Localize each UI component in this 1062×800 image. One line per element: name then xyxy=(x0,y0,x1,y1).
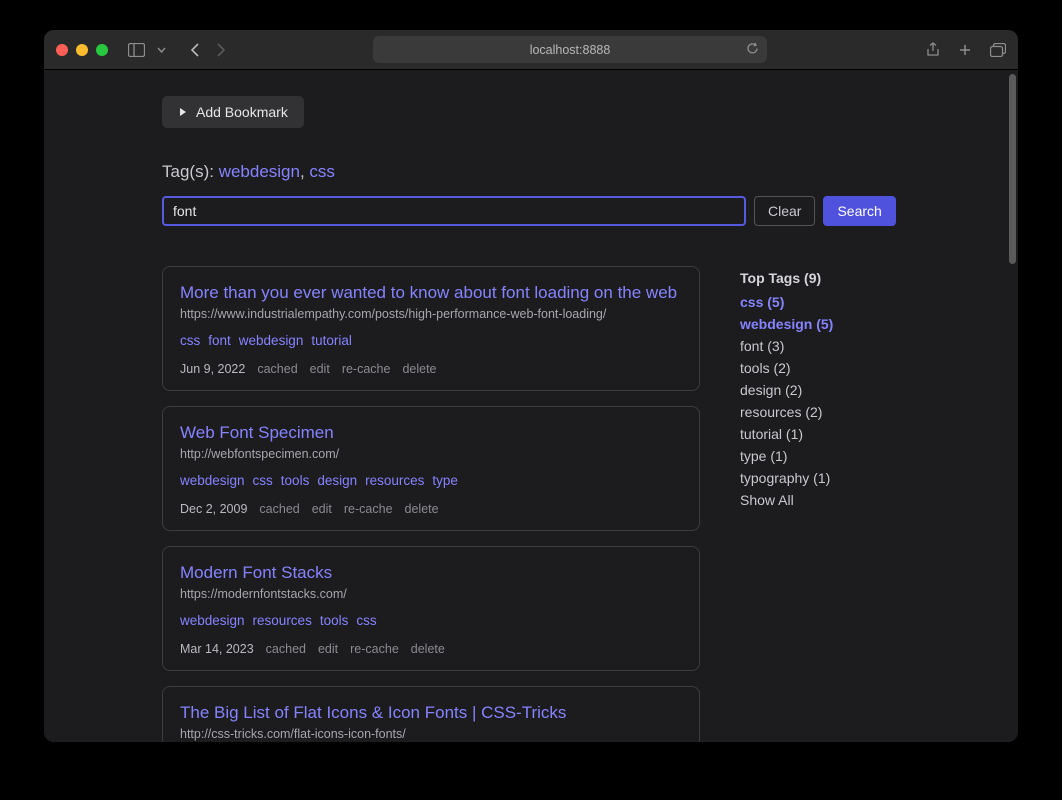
window-controls xyxy=(56,44,108,56)
forward-button[interactable] xyxy=(216,42,226,58)
tag-list: css (5) webdesign (5) font (3) tools (2) des… xyxy=(740,294,833,508)
result-action-edit[interactable]: edit xyxy=(312,502,332,516)
share-icon[interactable] xyxy=(926,42,940,58)
result-action-edit[interactable]: edit xyxy=(318,642,338,656)
chevron-down-icon[interactable] xyxy=(157,47,166,53)
result-action-re-cache[interactable]: re-cache xyxy=(344,502,393,516)
active-tags-header: Tag(s): webdesign, css xyxy=(162,162,958,182)
result-meta: Mar 14, 2023 cached edit re-cache delete xyxy=(180,642,682,656)
result-title-link[interactable]: Modern Font Stacks xyxy=(180,563,682,583)
clear-button[interactable]: Clear xyxy=(754,196,815,226)
tags-prefix: Tag(s): xyxy=(162,162,219,181)
result-action-re-cache[interactable]: re-cache xyxy=(350,642,399,656)
sidebar-tag-link[interactable]: resources (2) xyxy=(740,404,833,420)
sidebar: Top Tags (9) css (5) webdesign (5) font (3… xyxy=(740,266,833,742)
results-list: More than you ever wanted to know about … xyxy=(162,266,700,742)
new-tab-icon[interactable] xyxy=(958,42,972,58)
tag-link[interactable]: tools xyxy=(281,473,310,488)
sidebar-tag-link[interactable]: tools (2) xyxy=(740,360,833,376)
result-tags: cssfont webdesign tutorial xyxy=(180,333,682,348)
search-button[interactable]: Search xyxy=(823,196,895,226)
titlebar: localhost:8888 xyxy=(44,30,1018,70)
back-button[interactable] xyxy=(190,42,200,58)
result-card: More than you ever wanted to know about … xyxy=(162,266,700,391)
result-url: http://webfontspecimen.com/ xyxy=(180,447,682,461)
tag-link[interactable]: resources xyxy=(253,613,312,628)
sidebar-title: Top Tags (9) xyxy=(740,270,833,286)
tag-link[interactable]: webdesign xyxy=(180,473,245,488)
result-title-link[interactable]: Web Font Specimen xyxy=(180,423,682,443)
reload-icon[interactable] xyxy=(746,42,759,58)
result-url: https://modernfontstacks.com/ xyxy=(180,587,682,601)
tabs-overview-icon[interactable] xyxy=(990,42,1006,58)
result-tags: webdesign css tools design resources type xyxy=(180,473,682,488)
search-input[interactable] xyxy=(162,196,746,226)
tag-link[interactable]: css xyxy=(180,333,200,348)
viewport: Add Bookmark Tag(s): webdesign, css Clea… xyxy=(44,70,1018,742)
tag-link[interactable]: resources xyxy=(365,473,424,488)
result-date: Jun 9, 2022 xyxy=(180,362,245,376)
result-url: https://www.industrialempathy.com/posts/… xyxy=(180,307,682,321)
close-window-button[interactable] xyxy=(56,44,68,56)
sidebar-tag-link[interactable]: design (2) xyxy=(740,382,833,398)
sidebar-toggle-icon[interactable] xyxy=(128,43,145,57)
tag-link[interactable]: css xyxy=(253,473,273,488)
result-action-re-cache[interactable]: re-cache xyxy=(342,362,391,376)
result-title-link[interactable]: The Big List of Flat Icons & Icon Fonts … xyxy=(180,703,682,723)
result-card: The Big List of Flat Icons & Icon Fonts … xyxy=(162,686,700,742)
sidebar-tag-link[interactable]: typography (1) xyxy=(740,470,833,486)
minimize-window-button[interactable] xyxy=(76,44,88,56)
sidebar-tag-link[interactable]: font (3) xyxy=(740,338,833,354)
tag-link[interactable]: webdesign xyxy=(239,333,304,348)
result-date: Mar 14, 2023 xyxy=(180,642,254,656)
active-tag-link[interactable]: webdesign xyxy=(219,162,300,181)
sidebar-tag-link[interactable]: tutorial (1) xyxy=(740,426,833,442)
maximize-window-button[interactable] xyxy=(96,44,108,56)
browser-window: localhost:8888 Add xyxy=(44,30,1018,742)
add-bookmark-button[interactable]: Add Bookmark xyxy=(162,96,304,128)
result-meta: Jun 9, 2022 cached edit re-cache delete xyxy=(180,362,682,376)
result-action-delete[interactable]: delete xyxy=(411,642,445,656)
result-action-cached[interactable]: cached xyxy=(259,502,299,516)
result-action-edit[interactable]: edit xyxy=(310,362,330,376)
result-card: Modern Font Stacks https://modernfontstac… xyxy=(162,546,700,671)
sidebar-tag-link[interactable]: type (1) xyxy=(740,448,833,464)
address-bar[interactable]: localhost:8888 xyxy=(373,36,767,63)
result-title-link[interactable]: More than you ever wanted to know about … xyxy=(180,283,682,303)
result-tags: webdesign resources tools css xyxy=(180,613,682,628)
result-date: Dec 2, 2009 xyxy=(180,502,247,516)
result-meta: Dec 2, 2009 cached edit re-cache delete xyxy=(180,502,682,516)
sidebar-tag-link[interactable]: webdesign (5) xyxy=(740,316,833,332)
result-action-delete[interactable]: delete xyxy=(405,502,439,516)
tag-link[interactable]: webdesign xyxy=(180,613,245,628)
tag-link[interactable]: type xyxy=(432,473,458,488)
tag-link[interactable]: tutorial xyxy=(311,333,352,348)
tag-link[interactable]: font xyxy=(208,333,231,348)
result-action-delete[interactable]: delete xyxy=(402,362,436,376)
sidebar-tag-link[interactable]: css (5) xyxy=(740,294,833,310)
tag-link[interactable]: design xyxy=(317,473,357,488)
tag-link[interactable]: css xyxy=(356,613,376,628)
tag-link[interactable]: tools xyxy=(320,613,349,628)
add-bookmark-label: Add Bookmark xyxy=(196,104,288,120)
result-action-cached[interactable]: cached xyxy=(257,362,297,376)
play-icon xyxy=(178,104,188,120)
active-tag-link[interactable]: css xyxy=(309,162,335,181)
scrollbar-thumb[interactable] xyxy=(1009,74,1016,264)
result-action-cached[interactable]: cached xyxy=(266,642,306,656)
result-url: http://css-tricks.com/flat-icons-icon-fo… xyxy=(180,727,682,741)
show-all-link[interactable]: Show All xyxy=(740,492,833,508)
result-card: Web Font Specimen http://webfontspecimen.… xyxy=(162,406,700,531)
address-text: localhost:8888 xyxy=(530,43,611,57)
